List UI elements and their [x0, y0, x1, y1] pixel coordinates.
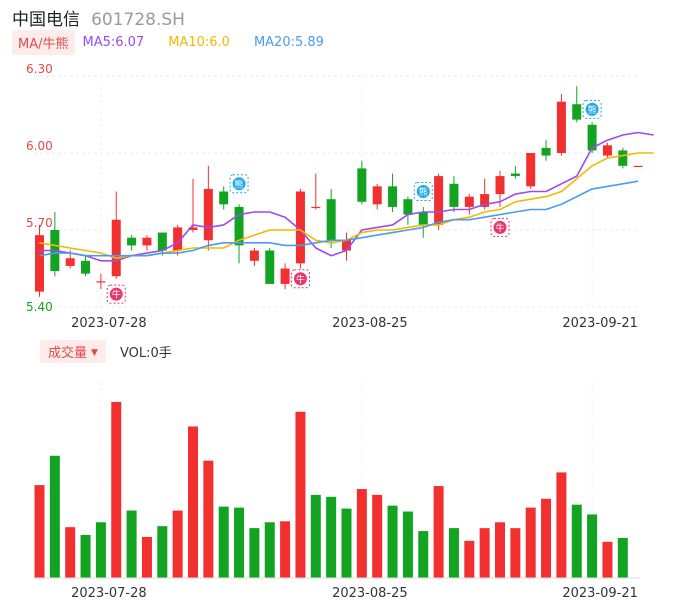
volume-bar: [188, 426, 198, 578]
volume-bar: [464, 540, 475, 578]
candle-body: [449, 183, 459, 207]
volume-bar: [571, 504, 582, 578]
price-tick-label: 5.40: [26, 300, 53, 314]
volume-bar: [295, 411, 306, 578]
volume-bar: [433, 486, 444, 578]
volume-bar: [310, 494, 321, 578]
candle-body: [81, 260, 91, 274]
candle-body: [526, 153, 536, 187]
candle-body: [388, 186, 398, 207]
price-tick-label: 6.30: [26, 62, 53, 76]
price-date-label: 2023-07-28: [71, 316, 147, 331]
candle-body: [96, 281, 106, 283]
candle-body: [556, 101, 566, 153]
candle-body: [127, 237, 137, 246]
candle-body: [572, 104, 582, 120]
volume-bar: [80, 534, 91, 578]
candle-body: [372, 186, 382, 205]
volume-bar: [387, 505, 398, 578]
volume-bar: [402, 511, 413, 578]
candle-body: [65, 258, 75, 266]
bear-badge-label: 熊: [588, 104, 597, 116]
volume-bar: [418, 531, 429, 578]
volume-bar: [602, 541, 613, 578]
volume-bar: [126, 510, 137, 578]
candle-body: [633, 165, 643, 168]
price-date-label: 2023-09-21: [562, 316, 638, 331]
volume-bar: [541, 498, 552, 578]
volume-date-label: 2023-07-28: [71, 586, 147, 601]
volume-bar: [495, 522, 505, 578]
volume-bar: [556, 472, 567, 578]
bull-badge-label: 牛: [112, 289, 121, 301]
volume-bar: [326, 496, 337, 578]
candle-body: [111, 219, 121, 277]
candle-body: [403, 199, 413, 215]
volume-bar: [111, 402, 122, 578]
price-date-label: 2023-08-25: [332, 316, 408, 331]
candle-body: [219, 191, 229, 205]
candle-body: [434, 176, 444, 225]
candle-body: [495, 176, 505, 195]
volume-bar: [617, 537, 628, 578]
candle-body: [510, 173, 520, 177]
volume-bar: [234, 507, 245, 578]
volume-bar: [448, 528, 459, 578]
bull-badge-label: 牛: [296, 273, 305, 285]
candle-body: [326, 199, 336, 241]
bear-badge-label: 熊: [235, 178, 244, 190]
volume-bar: [356, 489, 367, 578]
volume-date-label: 2023-09-21: [562, 586, 638, 601]
kline-volume-chart[interactable]: 6.306.005.705.40牛熊牛熊牛熊2023-07-28 2023-08-…: [0, 0, 686, 606]
volume-bar: [34, 485, 45, 578]
volume-bar: [249, 528, 260, 578]
volume-bar: [587, 514, 598, 578]
volume-bar: [372, 494, 383, 578]
volume-bar: [95, 522, 106, 578]
volume-bar: [341, 508, 352, 578]
candle-body: [311, 206, 321, 209]
volume-bar: [172, 510, 183, 578]
candle-body: [418, 212, 428, 225]
candle-body: [541, 147, 551, 156]
candle-body: [357, 168, 367, 202]
bear-badge-label: 熊: [419, 186, 428, 198]
price-tick-label: 6.00: [26, 139, 53, 153]
candle-body: [265, 250, 275, 284]
candle-body: [249, 250, 259, 261]
volume-bar: [525, 507, 536, 578]
candle-body: [203, 188, 213, 241]
bull-badge-label: 牛: [495, 222, 504, 234]
volume-bar: [280, 521, 291, 578]
candle-body: [157, 232, 167, 251]
volume-bar: [218, 506, 229, 578]
volume-bar: [510, 528, 521, 578]
volume-bar: [479, 528, 490, 578]
candle-body: [280, 268, 290, 284]
volume-bar: [49, 455, 60, 578]
candle-body: [602, 145, 612, 156]
volume-bar: [157, 526, 168, 578]
volume-bar: [141, 536, 152, 578]
volume-bar: [203, 460, 214, 578]
candle-body: [618, 150, 628, 166]
volume-bar: [264, 522, 275, 578]
volume-date-label: 2023-08-25: [332, 586, 408, 601]
candle-body: [142, 237, 152, 246]
candle-body: [464, 196, 474, 207]
volume-bar: [65, 527, 76, 578]
